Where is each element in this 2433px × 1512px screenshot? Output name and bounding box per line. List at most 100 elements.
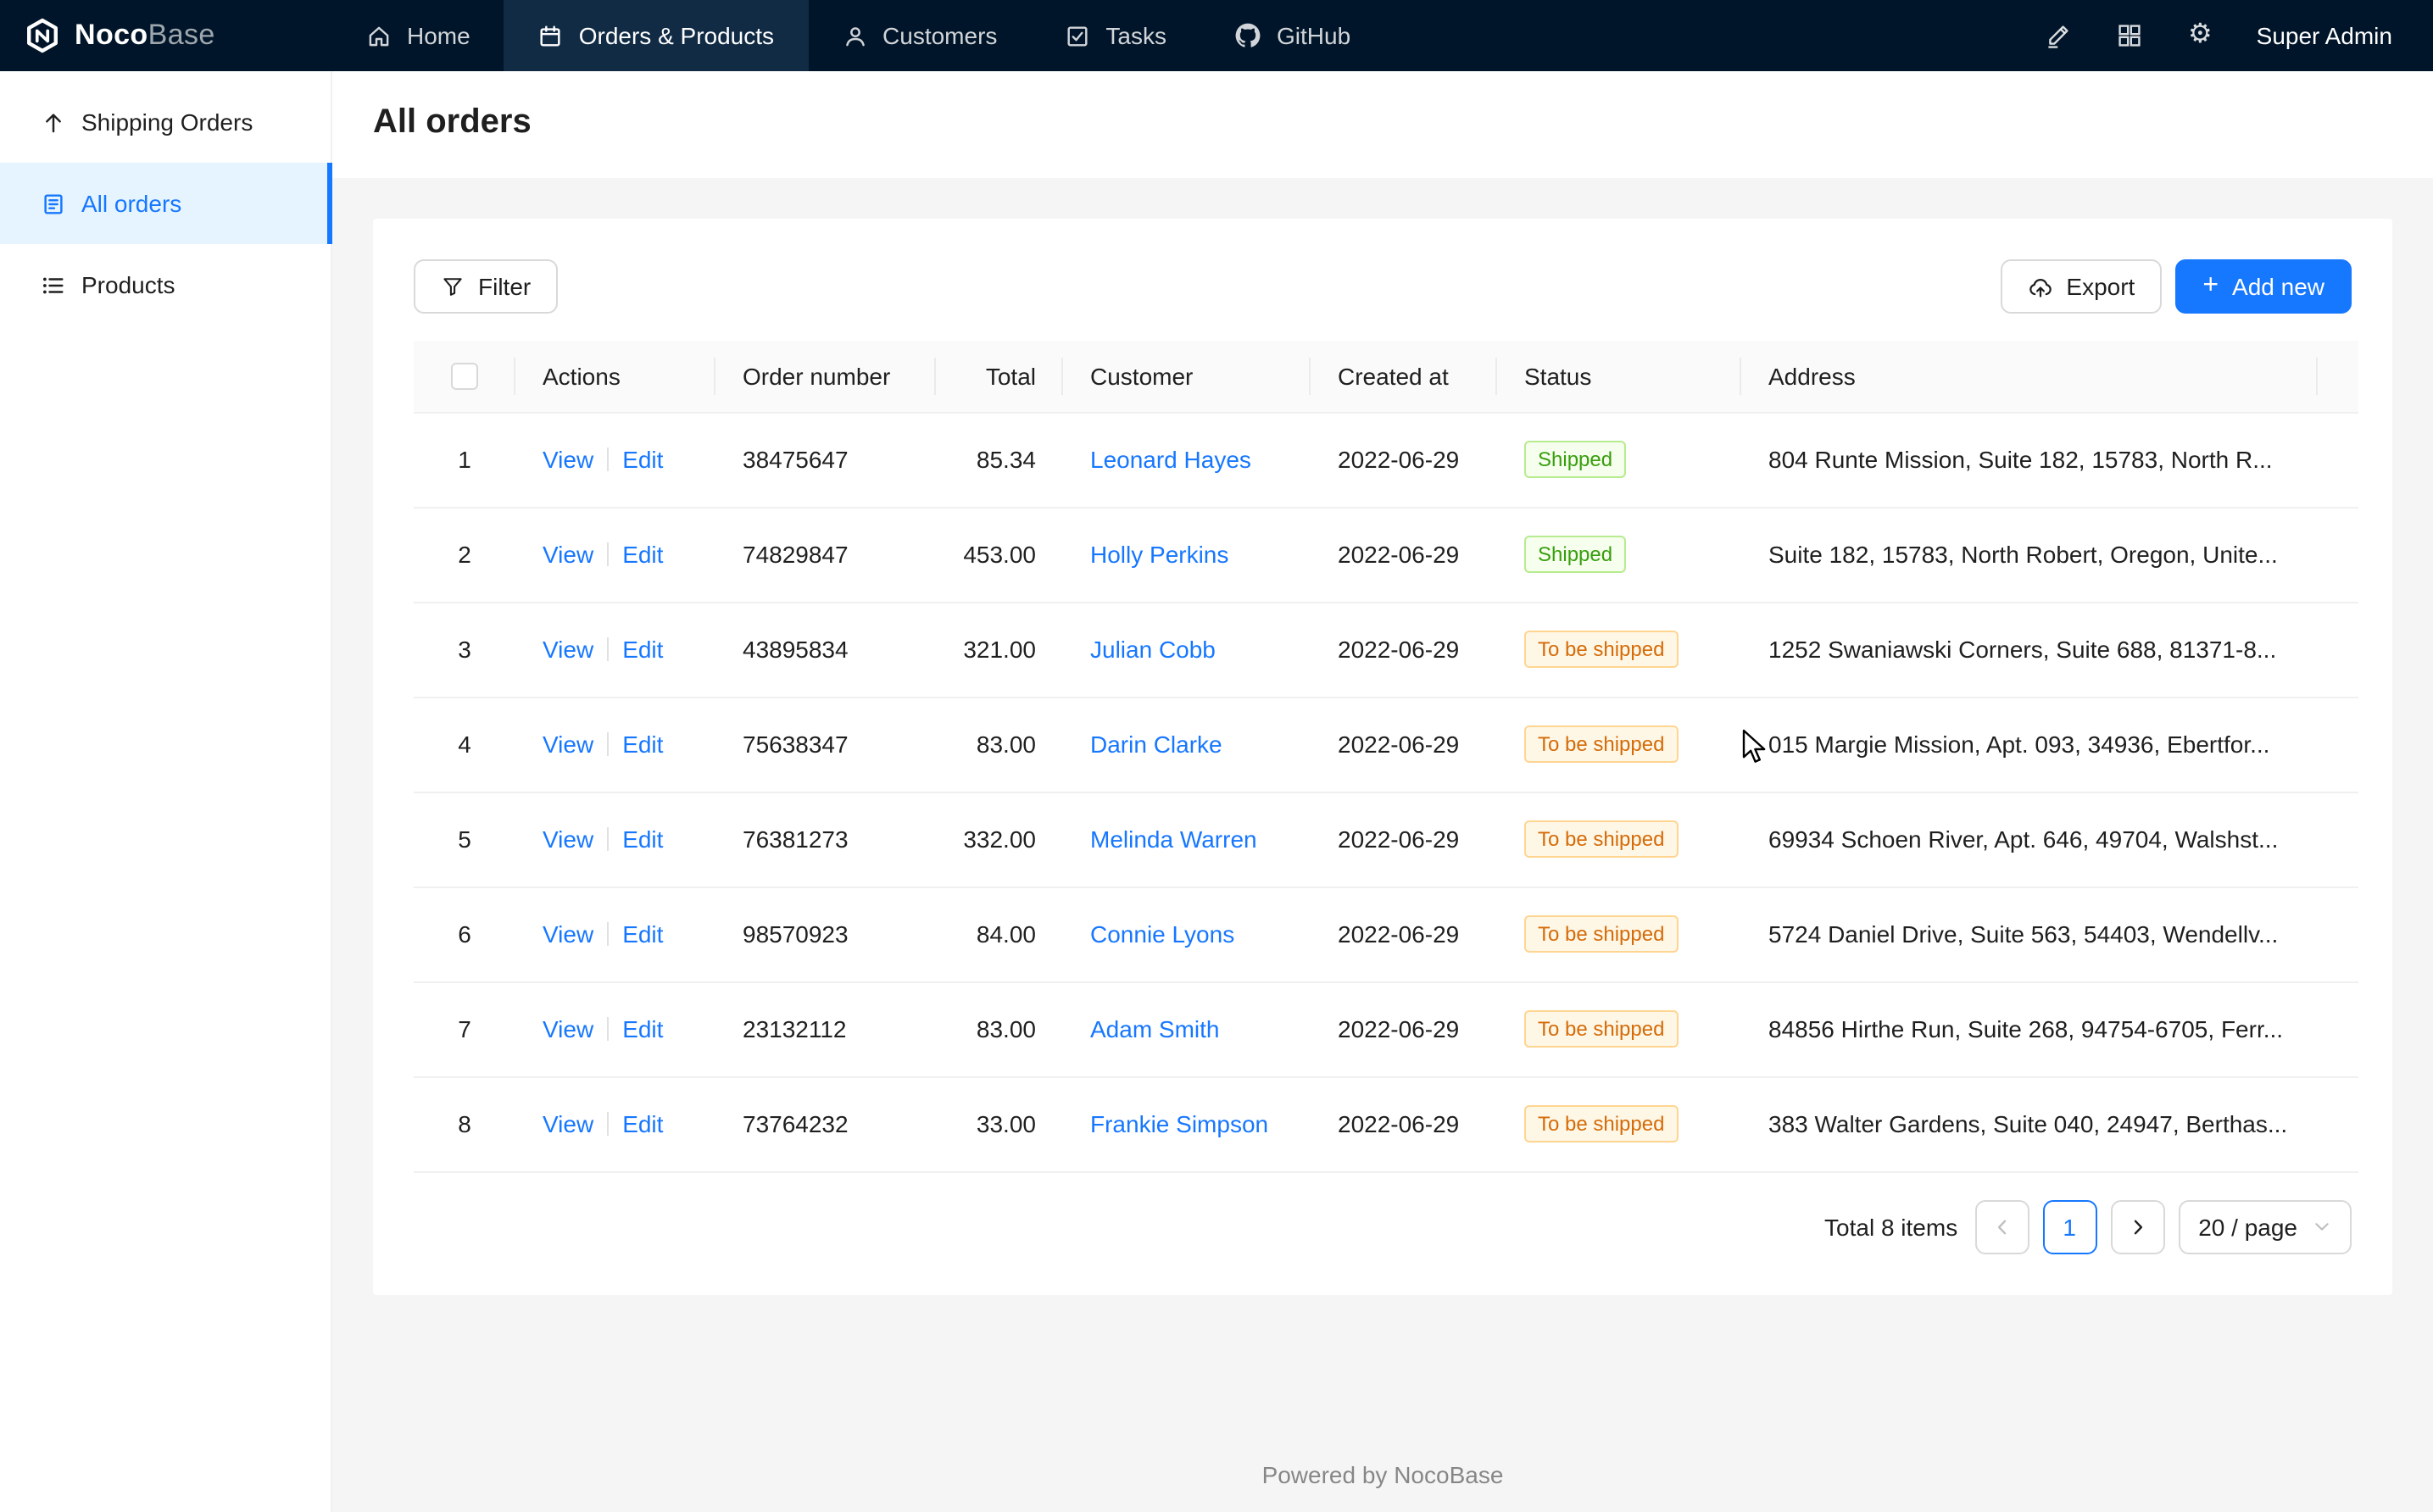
pagination-page-button[interactable]: 1 [2042, 1199, 2096, 1254]
order-number-cell: 38475647 [715, 412, 936, 507]
total-cell: 321.00 [936, 602, 1063, 697]
total-cell: 453.00 [936, 507, 1063, 602]
pagination-prev-button[interactable] [1974, 1199, 2029, 1254]
view-link[interactable]: View [543, 731, 593, 758]
view-link[interactable]: View [543, 541, 593, 568]
nav-item-label: Tasks [1105, 22, 1166, 49]
plus-icon: + [2202, 272, 2219, 299]
nav-item-customers[interactable]: Customers [808, 0, 1031, 71]
row-index-cell: 6 [414, 887, 515, 981]
edit-link[interactable]: Edit [622, 446, 663, 473]
arrow-up-icon [41, 109, 66, 135]
status-badge: To be shipped [1524, 631, 1678, 668]
edit-link[interactable]: Edit [622, 920, 663, 948]
table-row: 3ViewEdit43895834321.00Julian Cobb2022-0… [414, 602, 2358, 697]
row-actions-cell: View Edit [515, 697, 715, 792]
highlighter-icon[interactable] [2046, 22, 2073, 49]
view-link[interactable]: View [543, 446, 593, 473]
nav-item-label: Orders & Products [579, 22, 774, 49]
brand-bold: Noco [75, 19, 148, 51]
nav-item-home[interactable]: Home [332, 0, 504, 71]
customer-link[interactable]: Julian Cobb [1090, 636, 1216, 663]
pagination-next-button[interactable] [2110, 1199, 2164, 1254]
customer-link[interactable]: Melinda Warren [1090, 825, 1257, 853]
customer-link[interactable]: Adam Smith [1090, 1015, 1220, 1042]
sidebar-item-all-orders[interactable]: All orders [0, 163, 331, 244]
spacer-cell [2318, 697, 2358, 792]
total-cell: 84.00 [936, 887, 1063, 981]
app: NocoBase Home Orders & Products Customers T… [0, 0, 2433, 1512]
edit-link[interactable]: Edit [622, 825, 663, 853]
select-all-checkbox[interactable] [451, 364, 478, 391]
customer-link[interactable]: Leonard Hayes [1090, 446, 1251, 473]
nav-item-label: Home [407, 22, 470, 49]
customers-icon [842, 23, 867, 48]
sidebar-item-label: All orders [81, 190, 181, 217]
status-badge: Shipped [1524, 536, 1626, 573]
status-badge: To be shipped [1524, 915, 1678, 953]
customer-link[interactable]: Darin Clarke [1090, 731, 1222, 758]
edit-link[interactable]: Edit [622, 636, 663, 663]
address-cell: 1252 Swaniawski Corners, Suite 688, 8137… [1741, 602, 2318, 697]
table-toolbar: Filter Export + Add new [414, 259, 2352, 314]
actions-divider [607, 732, 609, 756]
row-actions-cell: View Edit [515, 792, 715, 887]
add-new-button[interactable]: + Add new [2175, 259, 2352, 314]
column-header-total: Total [936, 341, 1063, 412]
view-link[interactable]: View [543, 920, 593, 948]
actions-divider [607, 447, 609, 471]
edit-link[interactable]: Edit [622, 731, 663, 758]
page-header: All orders [332, 71, 2433, 178]
status-cell: To be shipped [1497, 697, 1741, 792]
chevron-down-icon [2313, 1217, 2331, 1236]
customer-cell: Melinda Warren [1063, 792, 1311, 887]
view-link[interactable]: View [543, 1015, 593, 1042]
sidebar-item-shipping-orders[interactable]: Shipping Orders [0, 81, 331, 163]
row-actions-cell: View Edit [515, 981, 715, 1076]
nav-item-github[interactable]: GitHub [1200, 0, 1384, 71]
view-link[interactable]: View [543, 1110, 593, 1137]
layout: Shipping OrdersAll ordersProducts All or… [0, 71, 2433, 1512]
export-button[interactable]: Export [2000, 259, 2162, 314]
gear-icon[interactable]: ⚙ [2188, 22, 2213, 49]
view-link[interactable]: View [543, 636, 593, 663]
order-number-cell: 23132112 [715, 981, 936, 1076]
edit-link[interactable]: Edit [622, 541, 663, 568]
customer-link[interactable]: Connie Lyons [1090, 920, 1234, 948]
orders-table: ActionsOrder numberTotalCustomerCreated … [414, 341, 2358, 1172]
spacer-cell [2318, 1076, 2358, 1171]
page-size-select[interactable]: 20 / page [2178, 1199, 2352, 1254]
table-row: 2ViewEdit74829847453.00Holly Perkins2022… [414, 507, 2358, 602]
export-icon [2027, 274, 2052, 299]
customer-link[interactable]: Frankie Simpson [1090, 1110, 1268, 1137]
total-cell: 83.00 [936, 697, 1063, 792]
edit-link[interactable]: Edit [622, 1110, 663, 1137]
chevron-left-icon [1991, 1216, 2012, 1237]
row-index-cell: 8 [414, 1076, 515, 1171]
nav-item-tasks[interactable]: Tasks [1031, 0, 1200, 71]
orders-icon [538, 23, 564, 48]
topbar-tools: ⚙ [2046, 0, 2257, 71]
address-cell: 383 Walter Gardens, Suite 040, 24947, Be… [1741, 1076, 2318, 1171]
sidebar-item-products[interactable]: Products [0, 244, 331, 325]
customer-link[interactable]: Holly Perkins [1090, 541, 1228, 568]
add-new-button-label: Add new [2232, 273, 2324, 300]
column-header-actions: Actions [515, 341, 715, 412]
row-index-cell: 4 [414, 697, 515, 792]
footer: Powered by NocoBase [332, 1434, 2433, 1512]
spacer-cell [2318, 792, 2358, 887]
brand-title: NocoBase [75, 19, 215, 53]
blocks-icon[interactable] [2117, 22, 2144, 49]
nav-item-label: GitHub [1277, 22, 1350, 49]
row-index-cell: 3 [414, 602, 515, 697]
status-cell: To be shipped [1497, 1076, 1741, 1171]
user-menu[interactable]: Super Admin [2257, 0, 2433, 71]
table-row: 6ViewEdit9857092384.00Connie Lyons2022-0… [414, 887, 2358, 981]
view-link[interactable]: View [543, 825, 593, 853]
filter-button[interactable]: Filter [414, 259, 558, 314]
row-actions-cell: View Edit [515, 507, 715, 602]
edit-link[interactable]: Edit [622, 1015, 663, 1042]
status-badge: To be shipped [1524, 1105, 1678, 1142]
nav-item-orders-products[interactable]: Orders & Products [504, 0, 808, 71]
brand[interactable]: NocoBase [0, 0, 332, 71]
